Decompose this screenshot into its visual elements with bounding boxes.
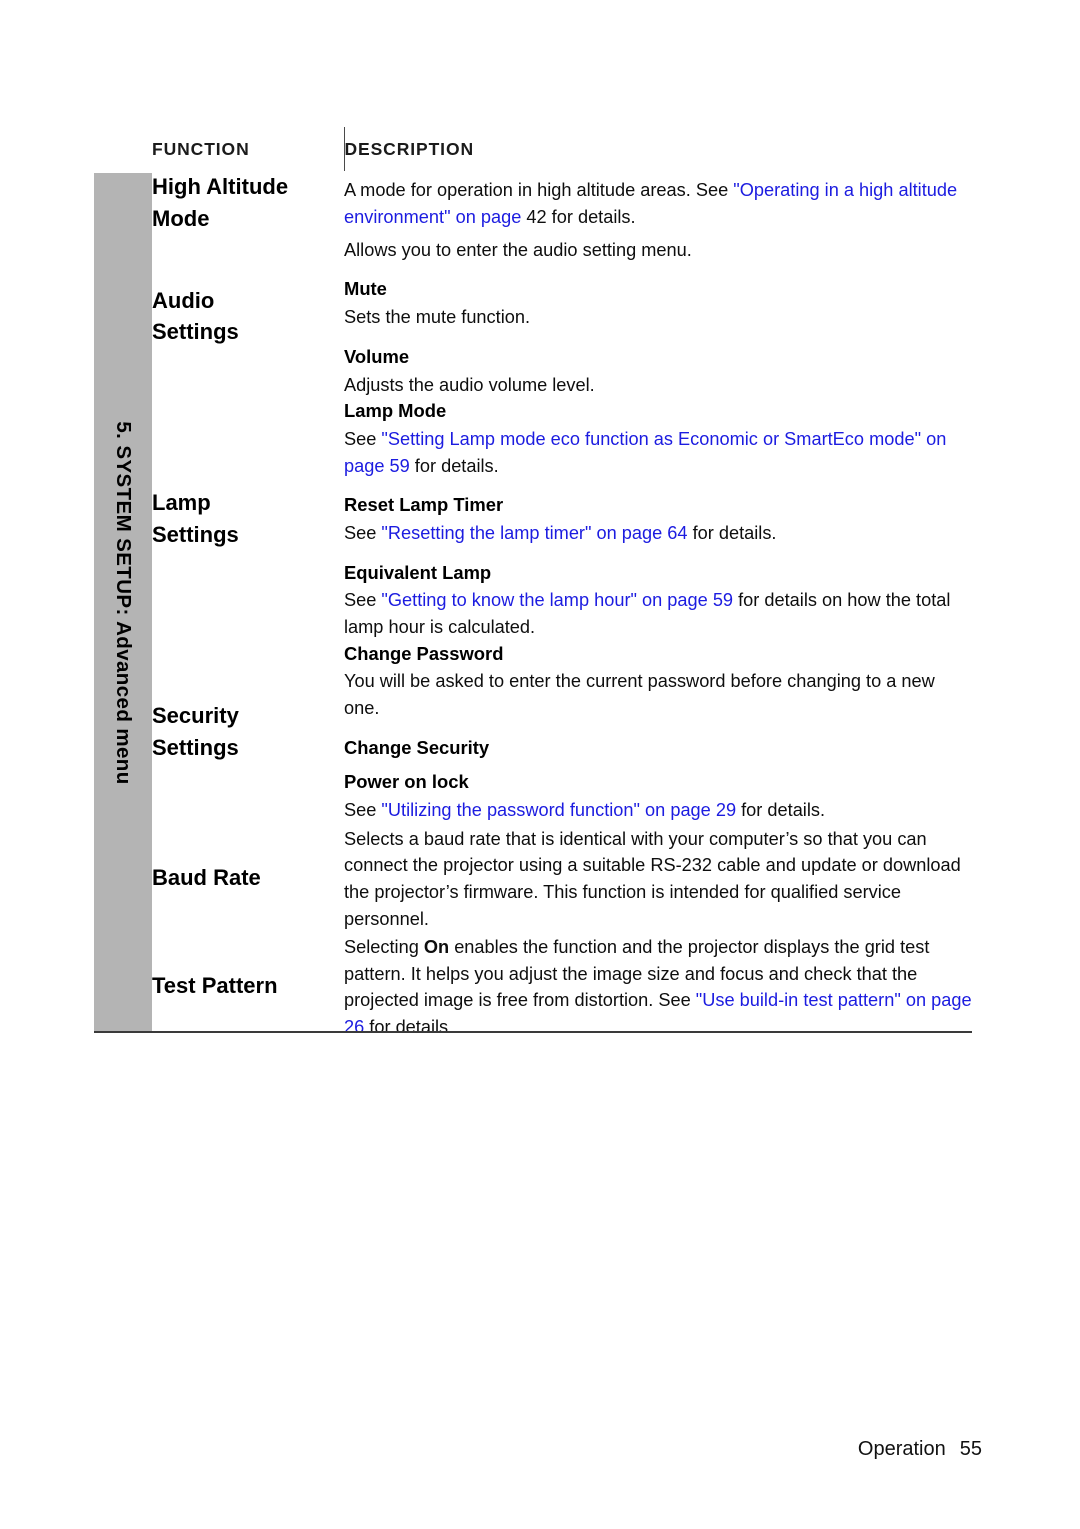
description-text: for details.: [409, 455, 499, 476]
description-text: On: [423, 937, 450, 958]
function-name-cell: Audio Settings: [152, 235, 344, 398]
description-subheading: Power on lock: [344, 771, 469, 793]
description-subheading: Reset Lamp Timer: [344, 494, 504, 516]
function-description-table-wrapper: FUNCTION DESCRIPTION High Altitude Mode A mo…: [94, 127, 972, 1040]
document-page: 5. SYSTEM SETUP: Advanced menu FUNCTION D…: [0, 0, 1080, 1529]
page-footer: Operation 55: [858, 1438, 982, 1461]
description-text: for details.: [364, 1016, 454, 1037]
description-paragraph: See "Setting Lamp mode eco function as E…: [344, 426, 972, 479]
description-text: You will be asked to enter the current p…: [344, 671, 935, 718]
description-text: for details.: [546, 206, 636, 227]
table-row: Audio Settings Allows you to enter the aud…: [94, 235, 972, 398]
function-description-table: FUNCTION DESCRIPTION High Altitude Mode A mo…: [94, 127, 972, 1040]
description-paragraph: Allows you to enter the audio setting me…: [344, 237, 972, 264]
description-text: Adjusts the audio volume level.: [344, 374, 595, 395]
description-paragraph: Selecting On enables the function and th…: [344, 934, 972, 1040]
cross-reference-link[interactable]: "Utilizing the password function" on pag…: [381, 800, 736, 820]
description-text: See: [344, 800, 382, 821]
description-text: for details.: [687, 523, 777, 544]
description-paragraph: See "Getting to know the lamp hour" on p…: [344, 587, 972, 640]
function-name-line: Settings: [152, 735, 239, 761]
description-paragraph: Sets the mute function.: [344, 304, 972, 331]
description-subheading: Equivalent Lamp: [344, 561, 492, 583]
footer-section-label: Operation: [857, 1438, 946, 1460]
description-text: See: [344, 523, 382, 544]
description-subheading: Lamp Mode: [344, 400, 447, 422]
description-subheading: Mute: [344, 278, 387, 300]
function-name-cell: Security Settings: [152, 641, 344, 824]
description-text: 42: [526, 206, 547, 227]
description-subheading: Volume: [344, 345, 410, 367]
description-cell: A mode for operation in high altitude ar…: [344, 171, 972, 235]
table-row: High Altitude Mode A mode for operation in…: [94, 171, 972, 235]
table-row: Baud Rate Selects a baud rate that is ide…: [94, 824, 972, 932]
function-name-cell: High Altitude Mode: [152, 171, 344, 235]
description-text: Allows you to enter the audio setting me…: [344, 239, 692, 260]
description-cell: Change Password You will be asked to ente…: [344, 641, 972, 824]
function-name-cell: Test Pattern: [152, 932, 344, 1040]
cross-reference-link[interactable]: "Getting to know the lamp hour" on page …: [381, 590, 733, 610]
column-header-function: FUNCTION: [152, 127, 345, 171]
function-name-cell: Baud Rate: [152, 824, 344, 932]
function-name-line: Audio: [152, 287, 215, 313]
function-name-line: Settings: [152, 522, 239, 548]
function-name-line: Mode: [152, 205, 210, 231]
description-text: for details.: [736, 800, 826, 821]
table-row: Lamp Settings Lamp Mode See "Setting Lamp m…: [94, 398, 972, 640]
table-row: Security Settings Change Password You will …: [94, 641, 972, 824]
description-subheading: Change Password: [344, 642, 504, 664]
description-paragraph: Adjusts the audio volume level.: [344, 372, 972, 399]
description-text: Sets the mute function.: [344, 307, 531, 328]
description-cell: Selects a baud rate that is identical wi…: [344, 824, 972, 932]
function-name-line: Lamp: [152, 490, 211, 516]
table-bottom-rule: [94, 1031, 972, 1033]
footer-page-number: 55: [959, 1438, 982, 1460]
function-name-line: Baud Rate: [152, 865, 261, 891]
description-paragraph: A mode for operation in high altitude ar…: [344, 177, 972, 230]
description-subheading: Change Security: [344, 736, 490, 758]
description-paragraph: See "Resetting the lamp timer" on page 6…: [344, 520, 972, 547]
description-text: See: [344, 590, 382, 611]
function-name-cell: Lamp Settings: [152, 398, 344, 640]
row-tab-spacer: [94, 171, 152, 1040]
description-text: A mode for operation in high altitude ar…: [344, 180, 734, 201]
description-cell: Lamp Mode See "Setting Lamp mode eco func…: [344, 398, 972, 640]
column-header-description: DESCRIPTION: [344, 138, 474, 159]
table-row: Test Pattern Selecting On enables the fun…: [94, 932, 972, 1040]
description-text: Selecting: [344, 937, 424, 958]
description-paragraph: You will be asked to enter the current p…: [344, 668, 972, 721]
description-paragraph: Selects a baud rate that is identical wi…: [344, 826, 972, 932]
description-cell: Allows you to enter the audio setting me…: [344, 235, 972, 398]
function-name-line: Test Pattern: [152, 973, 278, 999]
function-name-line: Security: [152, 703, 239, 729]
description-text: See: [344, 429, 382, 450]
function-name-line: High Altitude: [152, 174, 289, 199]
cross-reference-link[interactable]: "Resetting the lamp timer" on page 64: [381, 523, 687, 543]
description-cell: Selecting On enables the function and th…: [344, 932, 972, 1040]
description-text: Selects a baud rate that is identical wi…: [344, 828, 961, 929]
description-paragraph: See "Utilizing the password function" on…: [344, 797, 972, 824]
header-tab-spacer: [94, 127, 152, 171]
function-name-line: Settings: [152, 319, 239, 345]
table-header-row: FUNCTION DESCRIPTION: [94, 127, 972, 171]
